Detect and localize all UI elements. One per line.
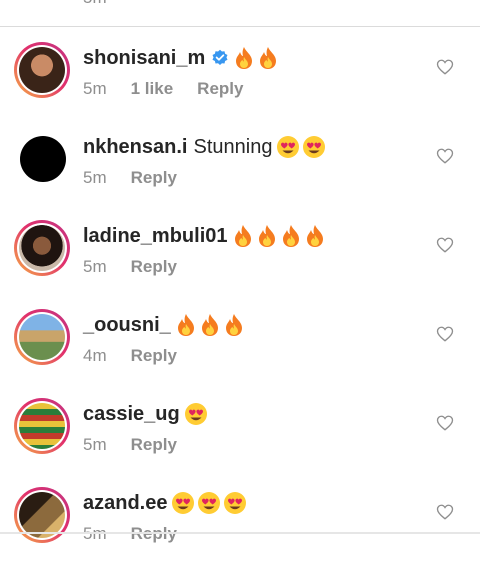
comment-body: _oousni_ — [83, 312, 245, 338]
heart-eyes-emoji-icon — [223, 491, 247, 515]
fire-emoji-icon — [199, 313, 221, 337]
comment-item: nkhensan.i Stunning 5m Reply — [0, 131, 480, 220]
heart-outline-icon[interactable] — [436, 236, 454, 254]
fire-emoji-icon — [233, 46, 255, 70]
reply-button[interactable]: Reply — [131, 168, 177, 188]
avatar[interactable] — [20, 136, 66, 182]
comment-meta: 5m Reply — [83, 524, 177, 544]
previous-comment-time: 5m — [83, 0, 107, 8]
emoji-group — [276, 135, 326, 159]
username-link[interactable]: azand.ee — [83, 490, 167, 516]
comment-item: cassie_ug 5m Reply — [0, 398, 480, 487]
username-link[interactable]: nkhensan.i — [83, 134, 187, 160]
comment-body: cassie_ug — [83, 401, 208, 427]
reply-button[interactable]: Reply — [131, 435, 177, 455]
comment-text: Stunning — [193, 136, 273, 158]
fire-emoji-icon — [232, 224, 254, 248]
emoji-group — [184, 402, 208, 426]
heart-outline-icon[interactable] — [436, 503, 454, 521]
emoji-group — [171, 491, 247, 515]
verified-badge-icon — [205, 49, 229, 67]
heart-eyes-emoji-icon — [184, 402, 208, 426]
fire-emoji-icon — [280, 224, 302, 248]
heart-outline-icon[interactable] — [436, 414, 454, 432]
comment-item: shonisani_m 5m 1 like Reply — [0, 42, 480, 131]
fire-emoji-icon — [257, 46, 279, 70]
comment-item: ladine_mbuli01 5m Reply — [0, 220, 480, 309]
fire-emoji-icon — [256, 224, 278, 248]
divider — [0, 26, 480, 27]
heart-outline-icon[interactable] — [436, 58, 454, 76]
comment-body: shonisani_m — [83, 45, 279, 71]
avatar[interactable] — [14, 220, 70, 276]
reply-button[interactable]: Reply — [197, 79, 243, 99]
comment-meta: 5m Reply — [83, 168, 177, 188]
comment-meta: 5m Reply — [83, 435, 177, 455]
heart-eyes-emoji-icon — [276, 135, 300, 159]
reply-button[interactable]: Reply — [131, 524, 177, 544]
heart-outline-icon[interactable] — [436, 325, 454, 343]
comment-time: 5m — [83, 79, 107, 98]
comment-item: _oousni_ 4m Reply — [0, 309, 480, 398]
comment-body: nkhensan.i Stunning — [83, 134, 326, 160]
avatar[interactable] — [14, 398, 70, 454]
avatar[interactable] — [14, 309, 70, 365]
comment-body: azand.ee — [83, 490, 247, 516]
comment-meta: 5m 1 like Reply — [83, 79, 243, 99]
username-link[interactable]: _oousni_ — [83, 312, 171, 338]
username-link[interactable]: cassie_ug — [83, 401, 180, 427]
heart-outline-icon[interactable] — [436, 147, 454, 165]
comment-time: 5m — [83, 257, 107, 276]
comment-time: 4m — [83, 346, 107, 365]
fire-emoji-icon — [223, 313, 245, 337]
fire-emoji-icon — [304, 224, 326, 248]
comment-body: ladine_mbuli01 — [83, 223, 326, 249]
heart-eyes-emoji-icon — [197, 491, 221, 515]
avatar[interactable] — [14, 487, 70, 543]
emoji-group — [233, 46, 279, 70]
reply-button[interactable]: Reply — [131, 257, 177, 277]
comment-time: 5m — [83, 435, 107, 454]
username-link[interactable]: ladine_mbuli01 — [83, 223, 228, 249]
username-link[interactable]: shonisani_m — [83, 45, 205, 71]
comment-meta: 5m Reply — [83, 257, 177, 277]
avatar[interactable] — [14, 42, 70, 98]
emoji-group — [232, 224, 326, 248]
heart-eyes-emoji-icon — [302, 135, 326, 159]
reply-button[interactable]: Reply — [131, 346, 177, 366]
comment-time: 5m — [83, 168, 107, 187]
comment-time: 5m — [83, 524, 107, 544]
emoji-group — [175, 313, 245, 337]
likes-count-link[interactable]: 1 like — [131, 79, 174, 99]
heart-eyes-emoji-icon — [171, 491, 195, 515]
fire-emoji-icon — [175, 313, 197, 337]
comment-meta: 4m Reply — [83, 346, 177, 366]
